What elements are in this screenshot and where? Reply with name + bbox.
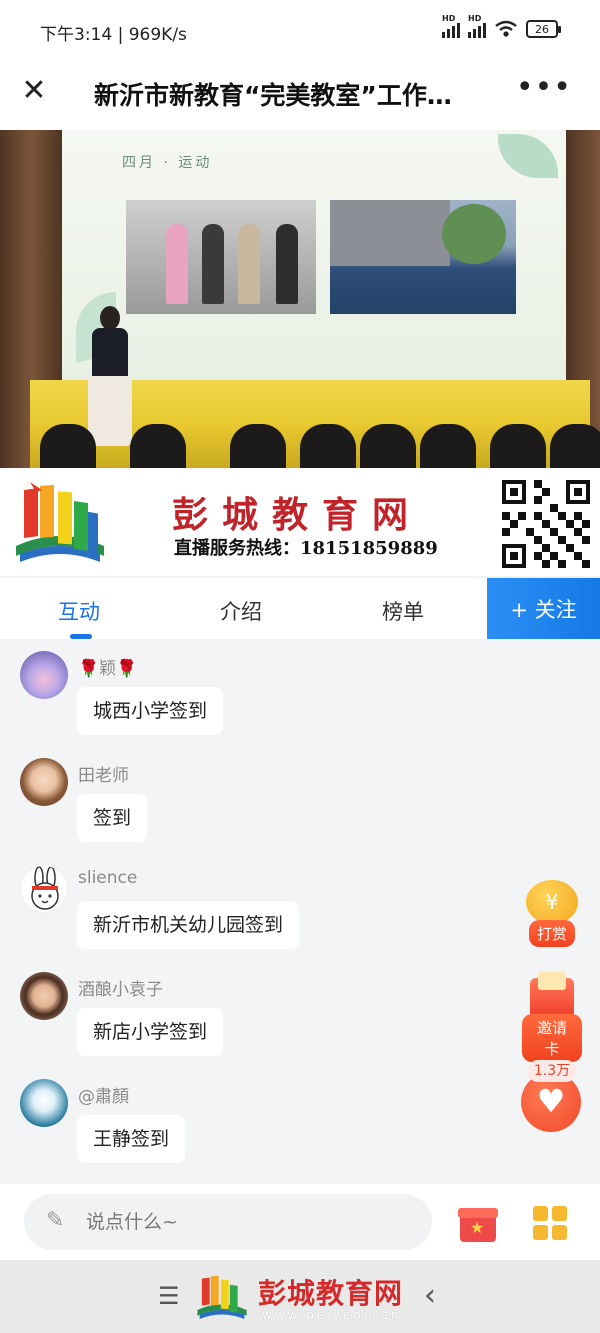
more-icon[interactable]: ••• <box>516 73 572 103</box>
chat-bubble: 签到 <box>77 794 148 842</box>
qr-code <box>502 480 590 568</box>
signal-hd-label-2: HD <box>468 14 482 23</box>
status-time: 下午3:14 <box>40 25 113 45</box>
tab-bar: 互动 介绍 榜单 + 关注 <box>0 577 600 640</box>
wifi-icon <box>495 20 517 37</box>
comment-bar: ✎ ★ <box>0 1184 600 1260</box>
projection-screen: 四月 · 运动 <box>62 130 566 382</box>
signal-icon: HD <box>442 14 460 38</box>
chat-username: @肅顏 <box>78 1087 129 1107</box>
pen-icon: ✎ <box>46 1208 65 1233</box>
back-icon[interactable]: ‹ <box>424 1278 436 1313</box>
chat-message: @肅顏 王静签到 <box>0 1067 600 1167</box>
site-name: 彭城教育网 <box>172 494 423 536</box>
leaf-decoration <box>498 134 558 178</box>
chat-username: 田老师 <box>78 766 129 786</box>
watermark-text: 彭城教育网 <box>258 1277 404 1310</box>
chat-username: 酒酿小袁子 <box>78 980 163 1000</box>
sponsor-banner: 彭城教育网 直播服务热线：18151859889 <box>0 468 600 576</box>
reward-button[interactable]: ¥ 打赏 <box>522 880 582 947</box>
chat-username: 🌹颖🌹 <box>78 659 138 679</box>
system-navigation: ☰ 彭城教育网 www.pcjyedu.cn ‹ <box>0 1260 600 1333</box>
chat-message: 酒酿小袁子 新店小学签到 <box>0 960 600 1060</box>
network-speed: 969K/s <box>128 25 187 45</box>
tab-intro[interactable]: 介绍 <box>220 596 262 626</box>
chat-bubble: 城西小学签到 <box>77 687 224 735</box>
invite-card-button[interactable]: 邀请卡 <box>522 972 582 1062</box>
snail-avatar[interactable] <box>20 651 68 699</box>
watermark-logo-icon <box>197 1275 247 1319</box>
reward-label: 打赏 <box>528 920 575 947</box>
hotline-text: 直播服务热线：18151859889 <box>174 538 438 559</box>
tab-ranking[interactable]: 榜单 <box>382 596 424 626</box>
like-button[interactable]: 1.3万 ♥ <box>521 1060 583 1132</box>
follow-button[interactable]: + 关注 <box>487 578 600 640</box>
status-bar: 下午3:14 | 969K/s HD HD 26 <box>0 0 600 64</box>
coin-icon: ¥ <box>526 880 578 924</box>
slide-photo-stairs <box>126 200 316 314</box>
status-icons: HD HD 26 <box>442 14 561 38</box>
chat-message: 🌹颖🌹 城西小学签到 <box>0 639 600 739</box>
comment-input-wrapper[interactable]: ✎ <box>24 1194 432 1250</box>
chat-bubble: 王静签到 <box>77 1115 186 1163</box>
chat-bubble: 新沂市机关幼儿园签到 <box>77 901 300 949</box>
chat-bubble: 新店小学签到 <box>77 1008 224 1056</box>
audience <box>0 412 600 468</box>
signal-hd-label: HD <box>442 14 456 23</box>
woman-avatar[interactable] <box>20 758 68 806</box>
comment-input[interactable] <box>86 1206 406 1238</box>
navigation-bar: ✕ 新沂市新教育“完美教室”工作… ••• <box>0 64 600 132</box>
battery-icon: 26 <box>526 20 561 38</box>
girl-avatar[interactable] <box>20 972 68 1020</box>
like-count: 1.3万 <box>527 1060 577 1082</box>
apps-grid-icon[interactable] <box>533 1206 567 1240</box>
watermark-url: www.pcjyedu.cn <box>262 1308 402 1322</box>
chat-message: 田老师 签到 <box>0 746 600 846</box>
chat-username: slience <box>78 868 138 888</box>
tab-interact[interactable]: 互动 <box>58 596 100 626</box>
lotus-avatar[interactable] <box>20 1079 68 1127</box>
close-icon[interactable]: ✕ <box>18 76 50 108</box>
live-video-player[interactable]: 四月 · 运动 <box>0 130 600 468</box>
chat-list[interactable]: 🌹颖🌹 城西小学签到 田老师 签到 slience 新沂市机关幼儿园签到 酒酿小… <box>0 639 600 1184</box>
gift-icon[interactable]: ★ <box>458 1202 498 1242</box>
invite-card-label: 邀请卡 <box>522 1014 582 1062</box>
chat-message: slience 新沂市机关幼儿园签到 <box>0 853 600 953</box>
menu-icon[interactable]: ☰ <box>158 1282 180 1310</box>
red-envelope-icon <box>530 972 574 1018</box>
book-logo-icon <box>16 482 104 562</box>
page-title: 新沂市新教育“完美教室”工作… <box>94 81 452 110</box>
slide-heading: 四月 · 运动 <box>122 155 213 171</box>
status-time-speed: 下午3:14 | 969K/s <box>40 25 187 45</box>
signal-icon-2: HD <box>468 14 486 38</box>
slide-photo-playground <box>330 200 516 314</box>
rabbit-avatar[interactable] <box>20 865 68 913</box>
